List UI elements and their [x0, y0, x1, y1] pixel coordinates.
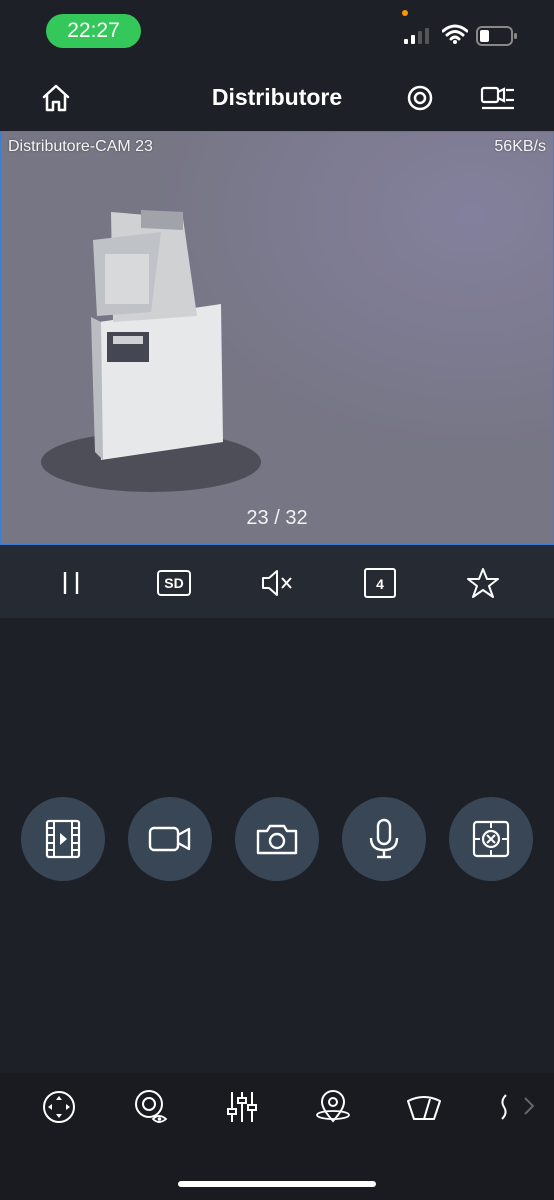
split-screen-button[interactable]: 4: [363, 566, 397, 600]
status-time: 22:27: [46, 14, 141, 48]
snapshot-camera-icon: [256, 824, 298, 855]
playback-button[interactable]: [21, 797, 105, 881]
ptz-icon: [43, 1091, 75, 1123]
camera-feed-image: [1, 132, 553, 544]
sd-label: SD: [164, 575, 183, 591]
snapshot-button[interactable]: [235, 797, 319, 881]
sd-quality-icon: SD: [157, 570, 191, 596]
wiper-icon: [407, 1096, 441, 1120]
live-video-view[interactable]: Distributore-CAM 23 56KB/s 23 / 32: [0, 131, 554, 545]
favorite-button[interactable]: [466, 566, 500, 600]
bitrate-label: 56KB/s: [494, 138, 546, 155]
chevron-right-icon[interactable]: [522, 1095, 536, 1117]
channel-indicator: 23 / 32: [246, 507, 308, 529]
ptz-button[interactable]: [41, 1089, 77, 1125]
wiper-button[interactable]: [406, 1089, 442, 1125]
preset-point-button[interactable]: [315, 1089, 351, 1125]
image-adjust-button[interactable]: [224, 1089, 260, 1125]
playback-control-bar: SD 4: [0, 545, 554, 618]
navigation-bar: Distributore: [0, 62, 554, 132]
more-tools-button[interactable]: [496, 1089, 512, 1125]
page-title: Distributore: [211, 84, 343, 110]
battery-icon: [476, 26, 517, 46]
pause-icon: [63, 572, 79, 594]
sd-quality-button[interactable]: SD: [157, 566, 191, 600]
device-switch-icon[interactable]: [480, 82, 516, 112]
image-adjust-icon: [227, 1092, 257, 1122]
more-partial-icon: [501, 1094, 507, 1120]
preset-point-icon: [316, 1090, 350, 1123]
record-video-button[interactable]: [128, 797, 212, 881]
playback-film-icon: [45, 819, 81, 859]
privacy-indicator-dot: [402, 10, 408, 16]
pause-button[interactable]: [54, 566, 88, 600]
mute-button[interactable]: [260, 566, 294, 600]
mute-icon: [262, 570, 292, 596]
status-bar: 22:27: [0, 0, 554, 62]
settings-gear-icon[interactable]: [404, 82, 436, 114]
fisheye-button[interactable]: [449, 797, 533, 881]
talk-button[interactable]: [342, 797, 426, 881]
wifi-icon: [442, 24, 468, 44]
star-icon: [467, 568, 499, 598]
home-indicator: [178, 1181, 376, 1187]
talk-microphone-icon: [369, 818, 399, 859]
fisheye-icon: [472, 820, 510, 858]
split-count-label: 4: [376, 576, 384, 592]
eye-view-button[interactable]: [133, 1089, 169, 1125]
record-video-icon: [148, 826, 191, 852]
camera-name-label: Distributore-CAM 23: [8, 138, 153, 155]
split-4-icon: 4: [364, 568, 396, 598]
cellular-signal-icon: [404, 28, 429, 44]
eye-view-icon: [135, 1090, 168, 1123]
